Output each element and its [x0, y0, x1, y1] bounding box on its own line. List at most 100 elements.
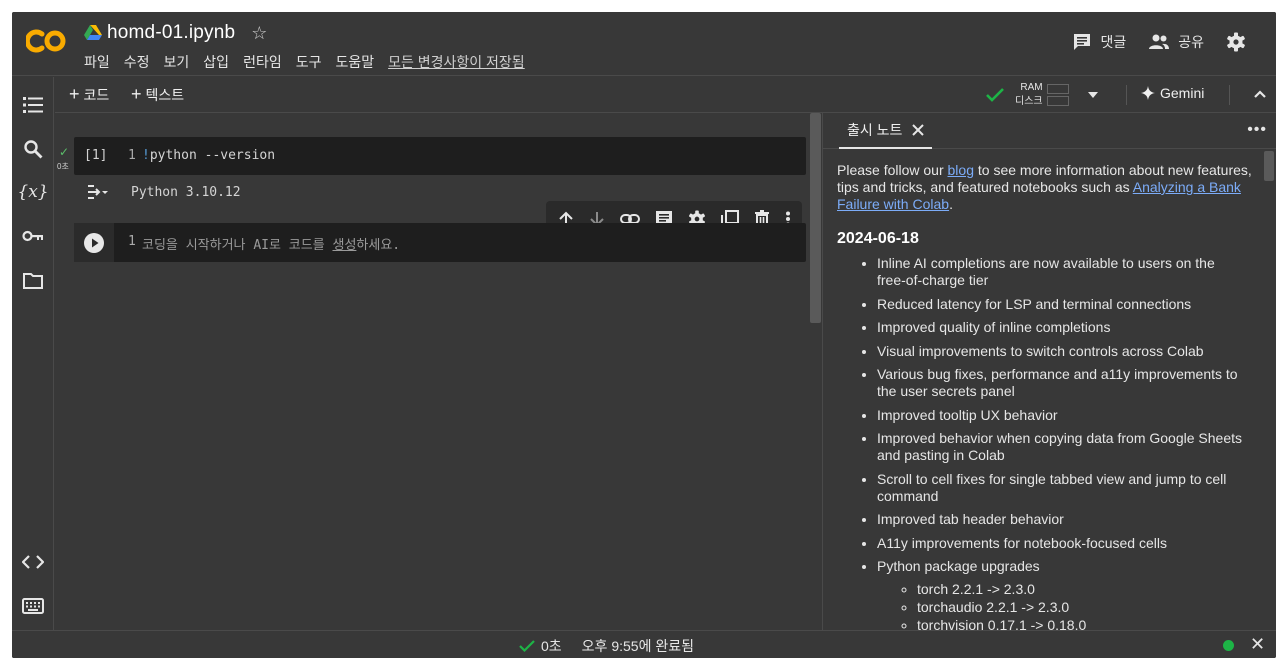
tab-label: 출시 노트: [847, 122, 903, 138]
ram-label: RAM: [1020, 82, 1043, 93]
completion-time: 오후 9:55에 완료됨: [581, 638, 694, 654]
add-text-label: 텍스트: [145, 86, 185, 103]
list-item: Improved quality of inline completions: [877, 319, 1263, 336]
menu-file[interactable]: 파일: [84, 52, 110, 72]
share-button[interactable]: 공유: [1148, 32, 1204, 52]
release-notes-list: Inline AI completions are now available …: [837, 255, 1263, 630]
execution-duration: 0초: [541, 638, 562, 654]
close-icon[interactable]: ✕: [1250, 634, 1265, 655]
code-cell-2[interactable]: 1 코딩을 시작하거나 AI로 코드를 생성하세요.: [74, 223, 806, 262]
code-line[interactable]: !python --version: [142, 148, 275, 163]
menu-help[interactable]: 도움말: [335, 52, 374, 72]
exec-time: 0초: [57, 162, 69, 171]
colab-window: homd-01.ipynb ☆ 파일 수정 보기 삽입 런타임 도구 도움말 모…: [12, 12, 1276, 658]
code-snippets-icon[interactable]: [21, 550, 45, 574]
output-actions-icon[interactable]: [85, 183, 109, 201]
list-item: Scroll to cell fixes for single tabbed v…: [877, 471, 1263, 505]
line-number: 1: [128, 234, 136, 249]
disk-label: 디스크: [1015, 96, 1043, 107]
list-item: Visual improvements to switch controls a…: [877, 343, 1263, 360]
comments-button[interactable]: 댓글: [1072, 32, 1126, 52]
code-cell-1[interactable]: [1] 1 !python --version: [74, 137, 806, 175]
menu-tools[interactable]: 도구: [296, 52, 322, 72]
settings-button[interactable]: [1226, 32, 1254, 52]
more-options-icon[interactable]: •••: [1247, 121, 1267, 139]
list-item: Improved behavior when copying data from…: [877, 430, 1263, 464]
gemini-label: Gemini: [1160, 85, 1205, 101]
tab-release-notes[interactable]: 출시 노트: [839, 113, 933, 149]
notebook-area: ✓ 0초 [1] 1 !python --version Python 3.10…: [55, 113, 822, 630]
run-cell-button[interactable]: [84, 233, 104, 253]
list-item: torchvision 0.17.1 -> 0.18.0: [917, 617, 1247, 630]
add-text-button[interactable]: + 텍스트: [131, 84, 184, 105]
chevron-up-icon[interactable]: [1254, 90, 1266, 98]
people-icon: [1149, 34, 1170, 49]
command-palette-icon[interactable]: [21, 594, 45, 618]
list-item: A11y improvements for notebook-focused c…: [877, 535, 1263, 552]
list-item: Improved tab header behavior: [877, 511, 1263, 528]
table-of-contents-icon[interactable]: [21, 93, 45, 117]
star-icon[interactable]: ☆: [251, 23, 267, 44]
menu-runtime[interactable]: 런타임: [243, 52, 282, 72]
header: homd-01.ipynb ☆ 파일 수정 보기 삽입 런타임 도구 도움말 모…: [12, 12, 1276, 76]
list-item: Python package upgrades torch 2.2.1 -> 2…: [877, 558, 1263, 630]
code-text: python --version: [149, 148, 276, 163]
output-text: Python 3.10.12: [131, 184, 241, 200]
exec-success-check-icon: ✓: [59, 145, 70, 159]
runtime-resources[interactable]: RAM 디스크: [985, 81, 1099, 109]
release-notes-panel: 출시 노트 ••• Please follow our blog to see …: [822, 113, 1276, 630]
disk-bar: [1046, 96, 1069, 106]
menu-bar: 파일 수정 보기 삽입 런타임 도구 도움말 모든 변경사항이 저장됨: [84, 52, 539, 72]
folder-icon[interactable]: [21, 268, 45, 292]
generate-link[interactable]: 생성: [332, 238, 356, 253]
package-upgrades-list: torch 2.2.1 -> 2.3.0 torchaudio 2.2.1 ->…: [877, 581, 1247, 630]
list-item: Improved tooltip UX behavior: [877, 407, 1263, 424]
notebook-toolbar: + 코드 + 텍스트 RAM 디스크 Gemini: [55, 77, 1276, 113]
gear-icon: [1227, 32, 1245, 52]
menu-insert[interactable]: 삽입: [203, 52, 229, 72]
cell-output: Python 3.10.12: [85, 183, 241, 201]
share-label: 공유: [1178, 34, 1204, 50]
list-item: Reduced latency for LSP and terminal con…: [877, 296, 1263, 313]
comment-icon: [1074, 34, 1091, 50]
list-item: torch 2.2.1 -> 2.3.0: [917, 581, 1247, 598]
save-status[interactable]: 모든 변경사항이 저장됨: [388, 52, 525, 72]
success-check-icon: [519, 640, 535, 653]
connection-status-dot: [1223, 640, 1234, 651]
play-icon: [92, 238, 99, 248]
status-bar: 0초 오후 9:55에 완료됨 ✕: [12, 630, 1276, 658]
notebook-scrollbar[interactable]: [810, 113, 821, 323]
add-code-button[interactable]: + 코드: [69, 84, 109, 105]
intro-paragraph: Please follow our blog to see more infor…: [837, 162, 1252, 212]
close-icon[interactable]: [912, 124, 925, 136]
notebook-title[interactable]: homd-01.ipynb: [107, 22, 235, 44]
sparkle-icon: [1141, 86, 1155, 100]
google-drive-icon[interactable]: [84, 25, 102, 41]
divider: [1126, 85, 1127, 105]
add-code-label: 코드: [83, 86, 110, 103]
list-item: Various bug fixes, performance and a11y …: [877, 366, 1263, 400]
ram-bar: [1046, 84, 1069, 94]
variables-icon[interactable]: {x}: [17, 180, 48, 204]
release-notes-content: Please follow our blog to see more infor…: [823, 150, 1263, 630]
left-sidebar: {x}: [12, 77, 54, 630]
gemini-button[interactable]: Gemini: [1141, 85, 1204, 101]
search-icon[interactable]: [21, 137, 45, 161]
divider: [1229, 85, 1230, 105]
shell-bang: !: [142, 148, 150, 163]
cell-placeholder[interactable]: 코딩을 시작하거나 AI로 코드를 생성하세요.: [142, 234, 400, 253]
runtime-dropdown-icon[interactable]: [1087, 91, 1099, 99]
blog-link[interactable]: blog: [948, 162, 974, 178]
release-date-heading: 2024-06-18: [837, 230, 919, 247]
menu-view[interactable]: 보기: [164, 52, 190, 72]
exec-count: [1]: [84, 148, 108, 163]
comments-label: 댓글: [1100, 34, 1127, 50]
menu-edit[interactable]: 수정: [124, 52, 150, 72]
line-number: 1: [128, 148, 136, 163]
list-item: torchaudio 2.2.1 -> 2.3.0: [917, 599, 1247, 616]
colab-logo[interactable]: [26, 26, 68, 56]
panel-scrollbar[interactable]: [1264, 151, 1274, 181]
list-item: Inline AI completions are now available …: [877, 255, 1263, 289]
key-icon[interactable]: [21, 224, 45, 248]
connected-check-icon: [986, 88, 1004, 102]
